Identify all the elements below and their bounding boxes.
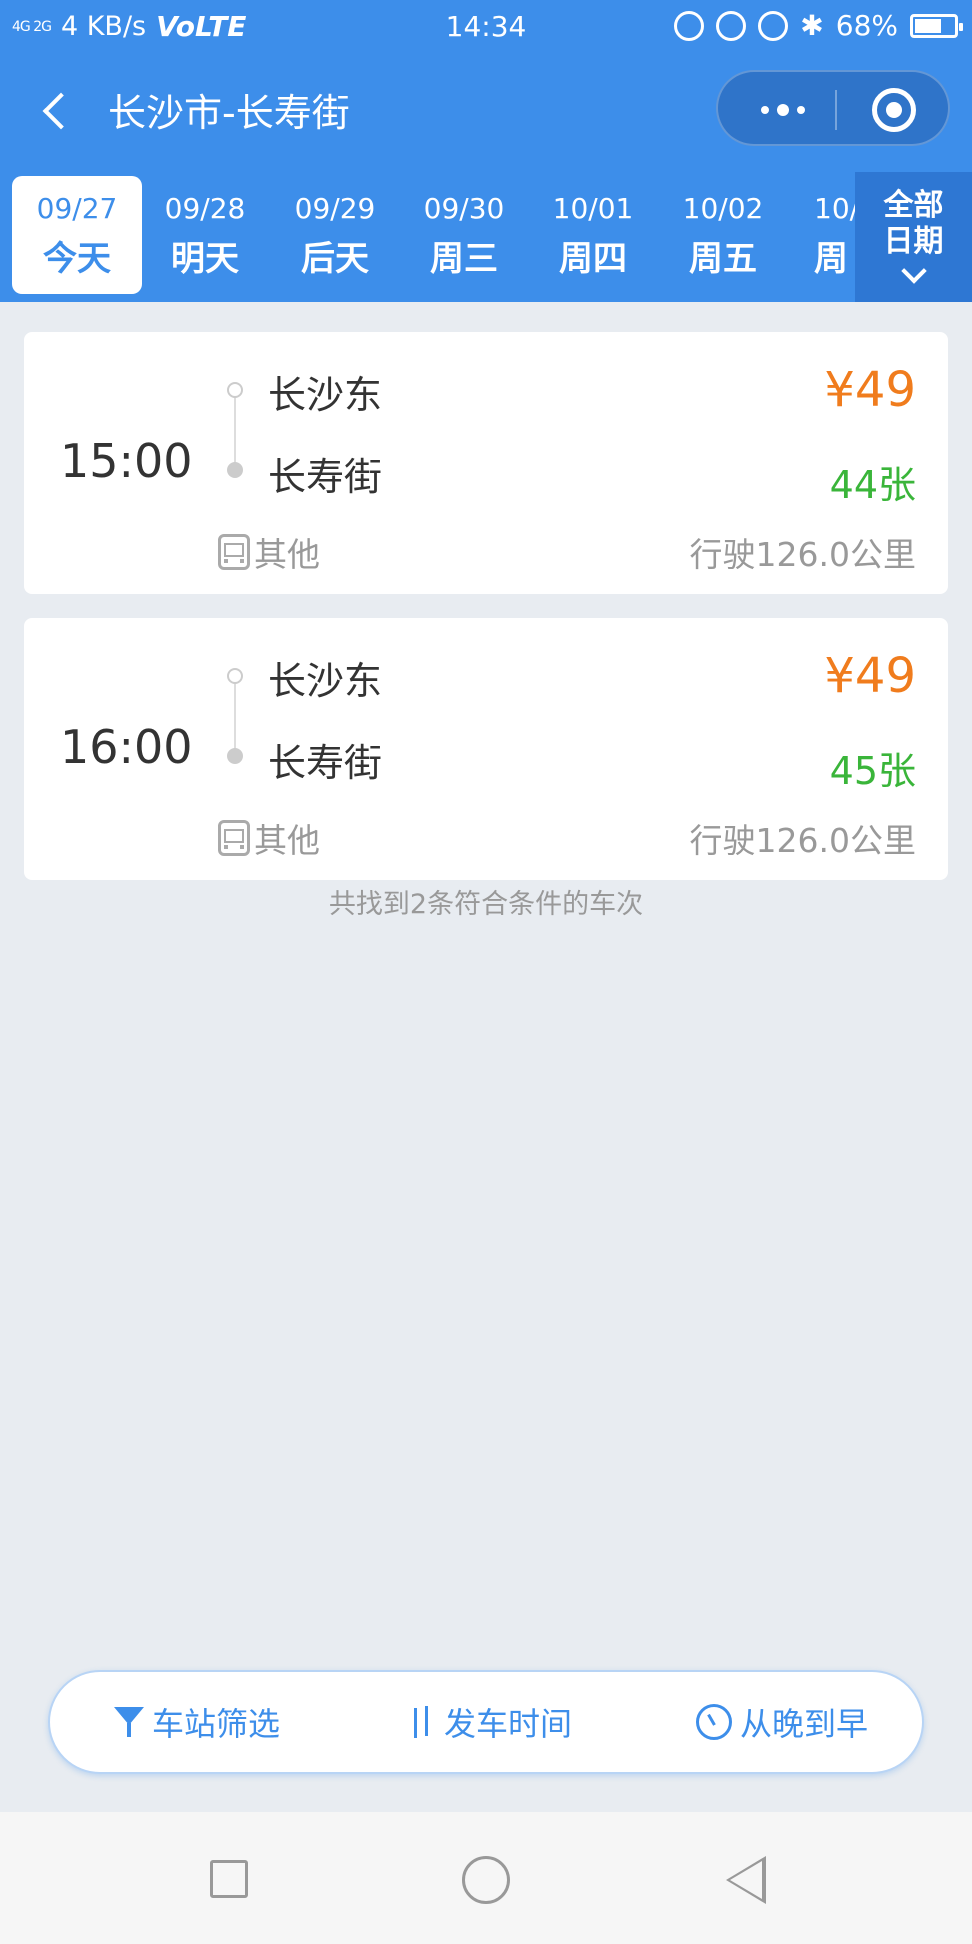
departure-time-sort-button[interactable]: 发车时间 bbox=[406, 1672, 572, 1772]
back-button[interactable] bbox=[30, 80, 90, 140]
bus-icon bbox=[218, 534, 250, 570]
route-line bbox=[234, 388, 236, 468]
headphones-icon bbox=[674, 10, 705, 41]
weekday-label: 周四 bbox=[559, 239, 627, 279]
status-bar: 4G 2G 4 KB/s VoLTE 14:34 ✱ 68% bbox=[0, 0, 972, 50]
all-dates-label: 日期 bbox=[883, 224, 944, 259]
date-label: 09/30 bbox=[423, 192, 505, 225]
origin-dot-icon bbox=[227, 668, 243, 684]
capsule-divider bbox=[835, 90, 837, 130]
sort-icon bbox=[406, 1704, 436, 1740]
bus-icon bbox=[218, 820, 250, 856]
station-filter-label: 车站筛选 bbox=[152, 1705, 281, 1743]
date-tab-1003[interactable]: 10/ 周 bbox=[786, 176, 855, 294]
bottom-toolbar: 车站筛选 发车时间 从晚到早 bbox=[48, 1670, 924, 1774]
ticket-price: ¥49 bbox=[824, 648, 916, 704]
back-triangle-icon[interactable] bbox=[726, 1856, 766, 1904]
vehicle-type-label: 其他 bbox=[254, 535, 320, 574]
weekday-label: 周三 bbox=[430, 239, 498, 279]
sort-order-label: 从晚到早 bbox=[740, 1705, 869, 1743]
tickets-left: 44张 bbox=[829, 463, 916, 507]
destination-station: 长寿街 bbox=[268, 455, 383, 499]
destination-station: 长寿街 bbox=[268, 741, 383, 785]
more-button[interactable] bbox=[738, 72, 828, 148]
vehicle-type: 其他 bbox=[218, 528, 320, 576]
close-button[interactable] bbox=[872, 88, 916, 132]
date-label: 10/ bbox=[814, 192, 855, 225]
results-summary: 共找到2条符合条件的车次 bbox=[328, 889, 644, 920]
weekday-label: 后天 bbox=[301, 239, 369, 279]
recent-apps-icon[interactable] bbox=[210, 1860, 248, 1898]
departure-time-label: 发车时间 bbox=[444, 1705, 573, 1743]
ticket-price: ¥49 bbox=[824, 362, 916, 418]
lock-rotation-icon bbox=[716, 10, 747, 41]
date-tab-1001[interactable]: 10/01 周四 bbox=[528, 176, 658, 294]
departure-time: 15:00 bbox=[60, 434, 193, 488]
destination-dot-icon bbox=[227, 748, 243, 764]
weekday-label: 周 bbox=[814, 239, 848, 279]
trip-distance: 行驶126.0公里 bbox=[689, 535, 916, 574]
sort-order-button[interactable]: 从晚到早 bbox=[696, 1672, 868, 1772]
origin-dot-icon bbox=[227, 382, 243, 398]
bluetooth-icon: ✱ bbox=[800, 9, 824, 42]
page-title: 长沙市-长寿街 bbox=[108, 91, 350, 135]
all-dates-label: 全部 bbox=[883, 188, 944, 223]
trip-card[interactable]: 15:00 长沙东 长寿街 ¥49 44张 其他 行驶126.0公里 bbox=[24, 332, 948, 594]
tickets-left: 45张 bbox=[829, 749, 916, 793]
date-label: 09/28 bbox=[164, 192, 246, 225]
date-tab-0927[interactable]: 09/27 今天 bbox=[12, 176, 142, 294]
station-filter-button[interactable]: 车站筛选 bbox=[114, 1672, 280, 1772]
trip-distance: 行驶126.0公里 bbox=[689, 821, 916, 860]
weekday-label: 今天 bbox=[43, 239, 111, 279]
destination-dot-icon bbox=[227, 462, 243, 478]
departure-time: 16:00 bbox=[60, 720, 193, 774]
date-tabs: 09/27 今天 09/28 明天 09/29 后天 09/30 周三 10/0… bbox=[0, 172, 972, 302]
all-dates-button[interactable]: 全部 日期 bbox=[855, 172, 972, 302]
vehicle-type-label: 其他 bbox=[254, 821, 320, 860]
battery-percent: 68% bbox=[835, 9, 898, 42]
weekday-label: 周五 bbox=[689, 239, 757, 279]
nav-bar: 长沙市-长寿街 bbox=[0, 60, 972, 156]
trip-card[interactable]: 16:00 长沙东 长寿街 ¥49 45张 其他 行驶126.0公里 bbox=[24, 618, 948, 880]
home-icon[interactable] bbox=[462, 1856, 510, 1904]
battery-icon bbox=[910, 13, 963, 38]
date-label: 09/29 bbox=[294, 192, 376, 225]
alarm-icon bbox=[758, 10, 789, 41]
origin-station: 长沙东 bbox=[268, 659, 383, 703]
date-tab-0928[interactable]: 09/28 明天 bbox=[140, 176, 270, 294]
clock-icon bbox=[696, 1704, 732, 1740]
header: 4G 2G 4 KB/s VoLTE 14:34 ✱ 68% 长沙市-长寿街 0… bbox=[0, 0, 972, 302]
mini-program-capsule bbox=[716, 70, 950, 146]
weekday-label: 明天 bbox=[171, 239, 239, 279]
chevron-down-icon bbox=[900, 258, 927, 284]
date-tab-1002[interactable]: 10/02 周五 bbox=[658, 176, 788, 294]
date-label: 09/27 bbox=[36, 192, 118, 225]
date-label: 10/01 bbox=[552, 192, 634, 225]
date-tab-0929[interactable]: 09/29 后天 bbox=[270, 176, 400, 294]
vehicle-type: 其他 bbox=[218, 814, 320, 862]
system-nav-bar bbox=[0, 1812, 972, 1944]
filter-icon bbox=[114, 1705, 144, 1739]
date-label: 10/02 bbox=[682, 192, 764, 225]
origin-station: 长沙东 bbox=[268, 373, 383, 417]
route-line bbox=[234, 674, 236, 754]
date-tab-0930[interactable]: 09/30 周三 bbox=[399, 176, 529, 294]
